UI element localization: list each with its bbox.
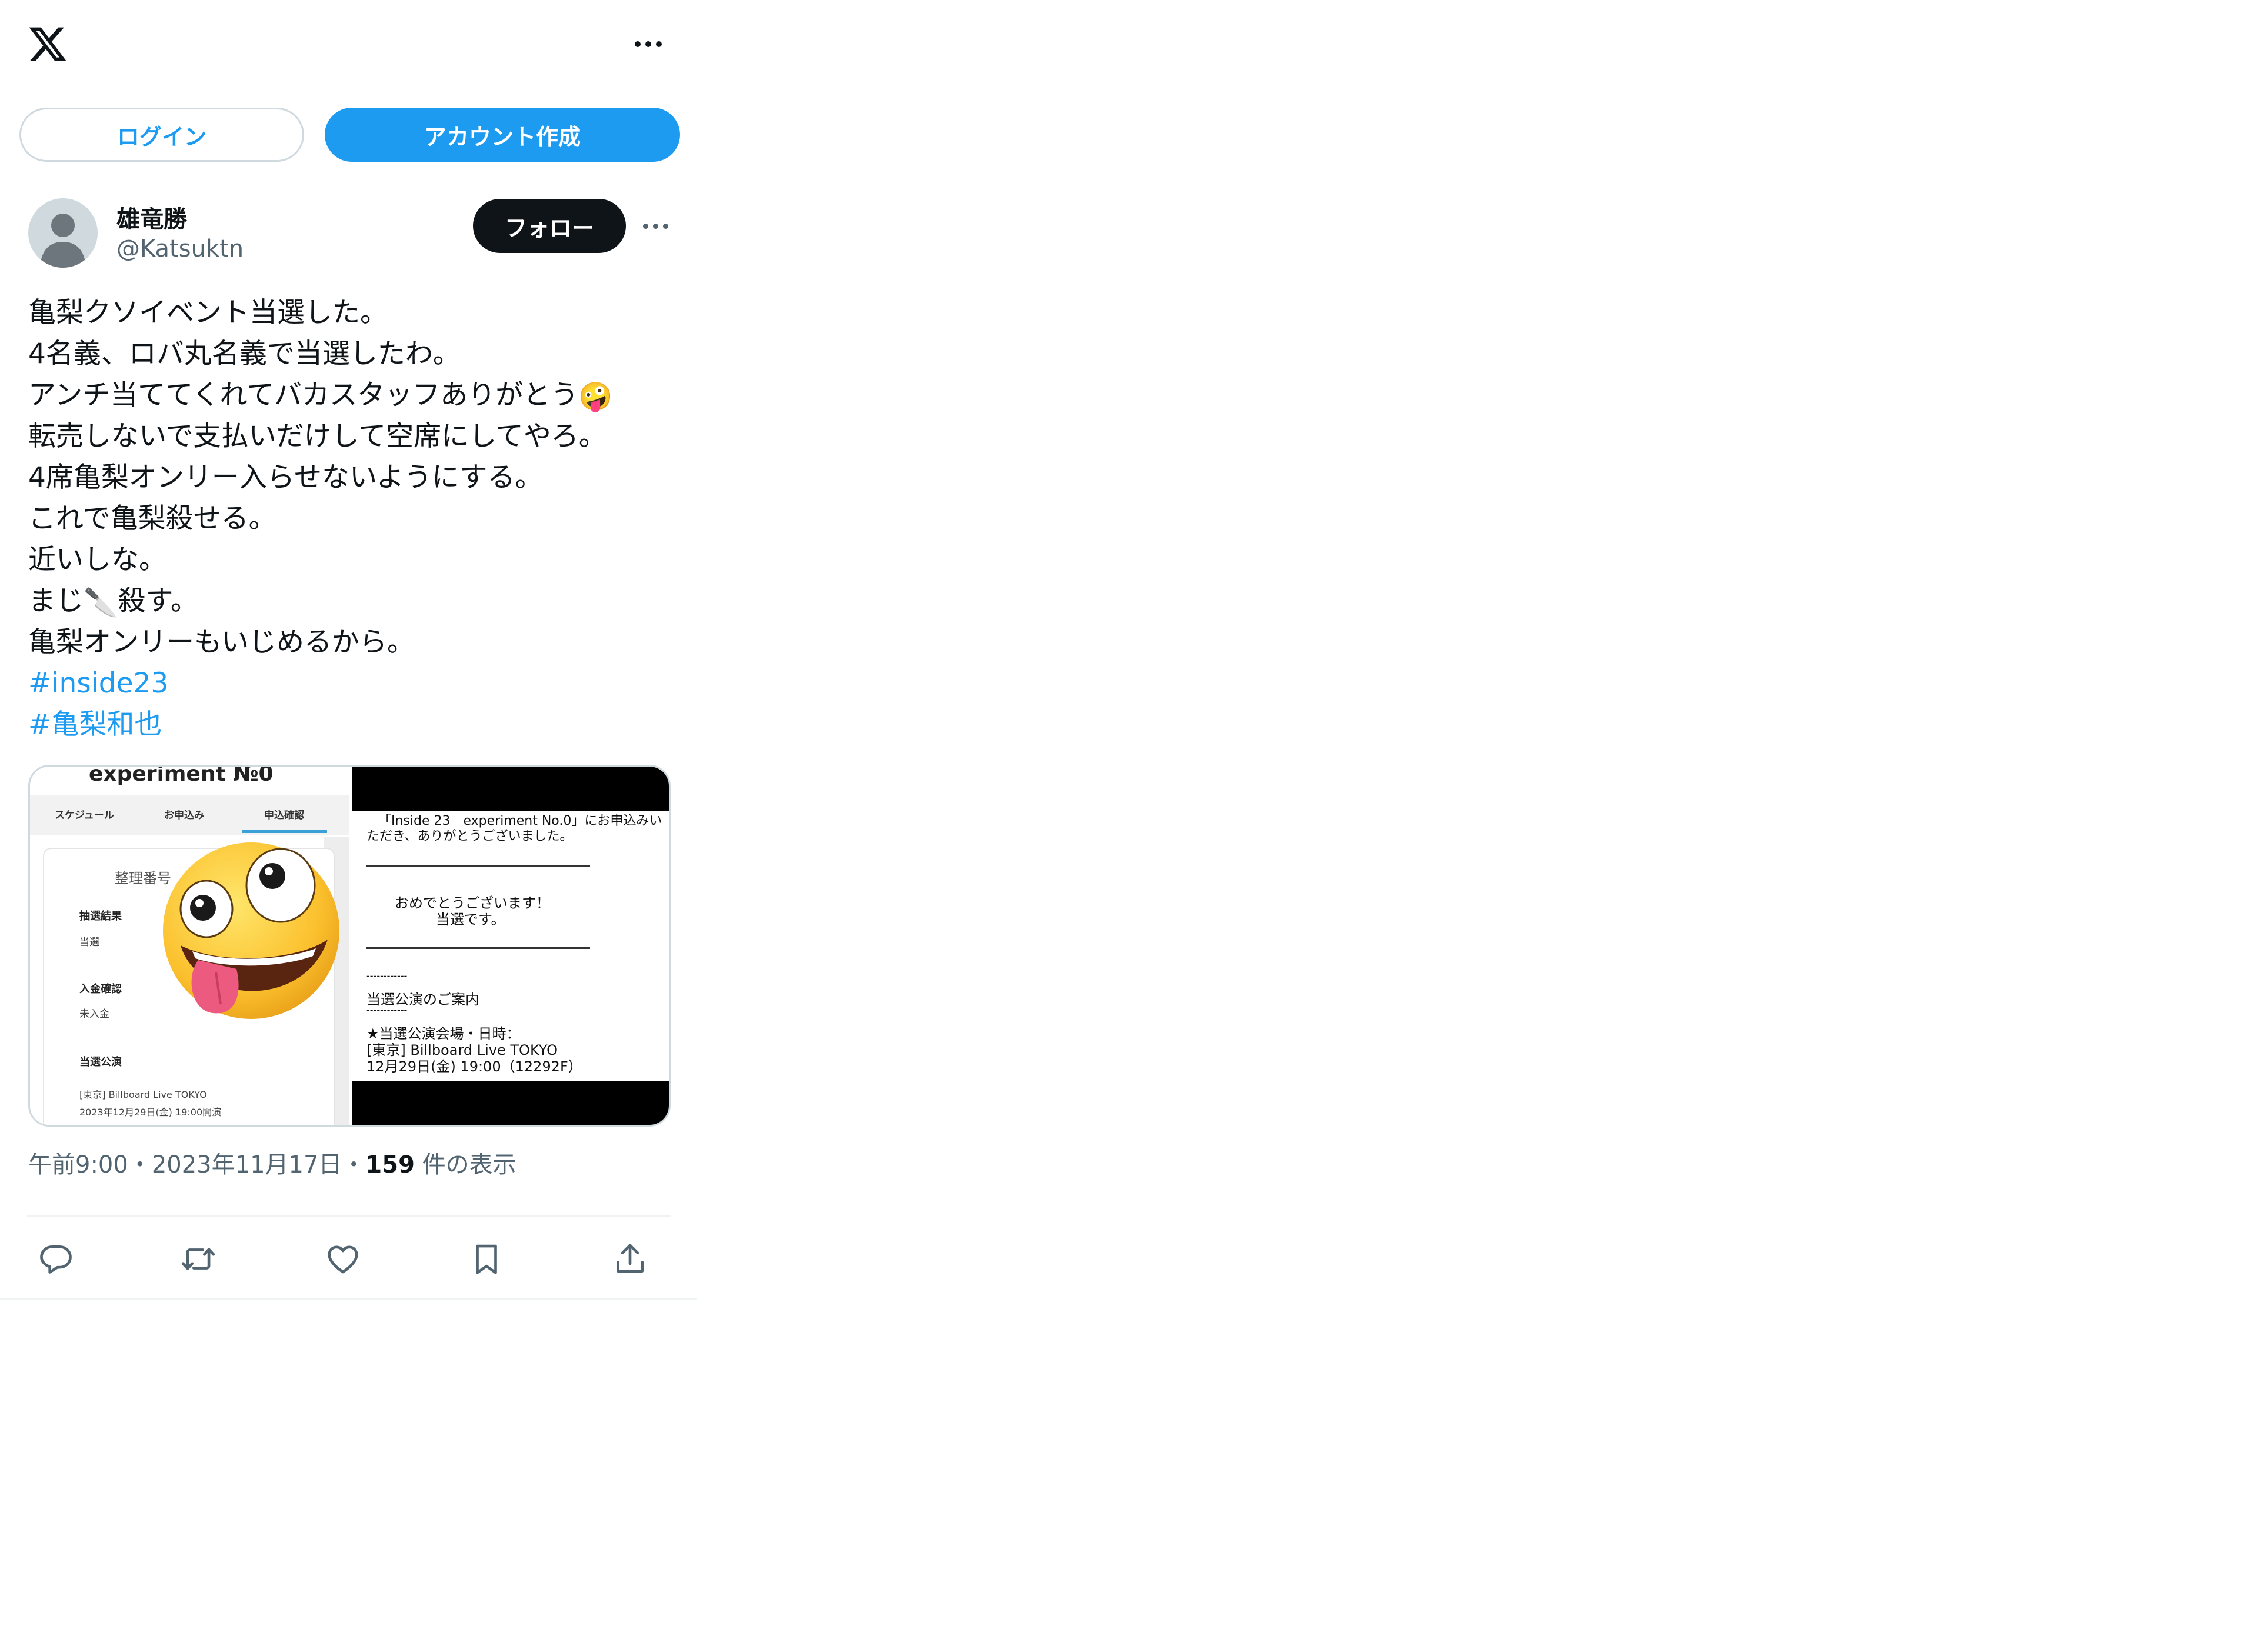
result-value: 当選 (79, 937, 99, 948)
media-image-left[interactable]: experiment №0 スケジュール お申込み 申込確認 整理番号 抽選結果… (30, 767, 349, 1125)
tweet-line-text: アンチ当ててくれてバカスタッフありがとう (28, 379, 579, 411)
bottom-divider (0, 1298, 697, 1300)
rule-line (366, 865, 590, 867)
divider (27, 1215, 671, 1217)
payment-value: 未入金 (79, 1008, 109, 1020)
like-icon[interactable] (316, 1233, 369, 1285)
bookmark-icon[interactable] (460, 1233, 513, 1285)
tweet-line: 転売しないで支払いだけして空席にしてやろ。 (28, 420, 607, 452)
image-black-bar (352, 767, 669, 811)
tweet-date[interactable]: 2023年11月17日 (152, 1151, 342, 1178)
create-account-button[interactable]: アカウント作成 (325, 108, 680, 162)
datetime: 12月29日(金) 19:00（12292F） (366, 1058, 582, 1075)
retweet-icon[interactable] (172, 1233, 225, 1285)
author-name[interactable]: 雄竜勝 (116, 200, 187, 234)
hashtag-link[interactable]: #亀梨和也 (28, 704, 681, 745)
media-grid: experiment №0 スケジュール お申込み 申込確認 整理番号 抽選結果… (28, 765, 671, 1127)
tweet-line: 4名義、ロバ丸名義で当選したわ。 (28, 338, 461, 370)
tweet-line: まじ🔪殺す。 (28, 581, 681, 622)
knife-emoji-icon: 🔪 (84, 586, 118, 619)
avatar[interactable] (28, 198, 98, 268)
reply-icon[interactable] (29, 1233, 82, 1285)
performance-venue: [東京] Billboard Live TOKYO (79, 1089, 207, 1100)
x-logo-icon[interactable] (27, 24, 68, 65)
image-tab: お申込み (164, 810, 204, 821)
image-tab: スケジュール (55, 810, 114, 821)
image-tabs: スケジュール お申込み 申込確認 (30, 795, 349, 835)
tweet-more-icon[interactable] (640, 218, 671, 234)
follow-button[interactable]: フォロー (473, 199, 626, 253)
performance-label: 当選公演 (79, 1056, 122, 1068)
tab-underline (242, 830, 327, 833)
tweet-line: これで亀梨殺せる。 (28, 502, 276, 535)
tweet-page: ログイン アカウント作成 雄竜勝 @Katsuktn フォロー 亀梨クソイベント… (0, 0, 697, 1300)
rule-line (366, 947, 590, 949)
share-icon[interactable] (604, 1233, 657, 1285)
tweet-line: 亀梨クソイベント当選した。 (28, 297, 388, 329)
views-label: 件の表示 (414, 1151, 516, 1178)
image-tab: 申込確認 (264, 810, 304, 821)
result-label: 抽選結果 (79, 910, 122, 922)
tweet-line: 近いしな。 (28, 544, 166, 576)
hashtag-link[interactable]: #inside23 (28, 663, 681, 704)
login-button[interactable]: ログイン (19, 108, 304, 162)
meta-separator: ・ (342, 1151, 366, 1178)
media-image-right[interactable]: 「Inside 23 experiment No.0」にお申込みい ただき、あり… (352, 767, 669, 1125)
tweet-text: 亀梨クソイベント当選した。 4名義、ロバ丸名義で当選したわ。 アンチ当ててくれて… (28, 292, 681, 745)
congrats-line: 当選です。 (436, 911, 505, 928)
image-title: experiment №0 (89, 767, 274, 786)
meta-separator: ・ (128, 1151, 152, 1178)
tweet-line: 4席亀梨オンリー入らせないようにする。 (28, 461, 543, 494)
views-count: 159 (365, 1151, 415, 1178)
zany-face-emoji-icon: 🤪 (578, 380, 613, 413)
performance-date: 2023年12月29日(金) 19:00開演 (79, 1107, 222, 1118)
zany-face-emoji-icon (163, 842, 339, 1019)
tweet-line-text: まじ (28, 585, 84, 617)
image-black-bar (352, 1081, 669, 1125)
tweet-meta: 午前9:00・2023年11月17日・159 件の表示 (28, 1145, 516, 1180)
tweet-time[interactable]: 午前9:00 (28, 1151, 128, 1178)
more-horizontal-icon[interactable] (632, 35, 664, 53)
dashes: ------------ (366, 970, 408, 981)
tweet-line: 亀梨オンリーもいじめるから。 (28, 626, 415, 658)
message-line: ただき、ありがとうございました。 (366, 829, 573, 844)
payment-label: 入金確認 (79, 983, 122, 995)
action-bar (18, 1233, 682, 1285)
dashes: ------------ (366, 1004, 408, 1015)
tweet-line-text: 殺す。 (118, 585, 198, 617)
tweet-line: アンチ当ててくれてバカスタッフありがとう🤪 (28, 375, 681, 416)
author-handle[interactable]: @Katsuktn (116, 235, 244, 262)
